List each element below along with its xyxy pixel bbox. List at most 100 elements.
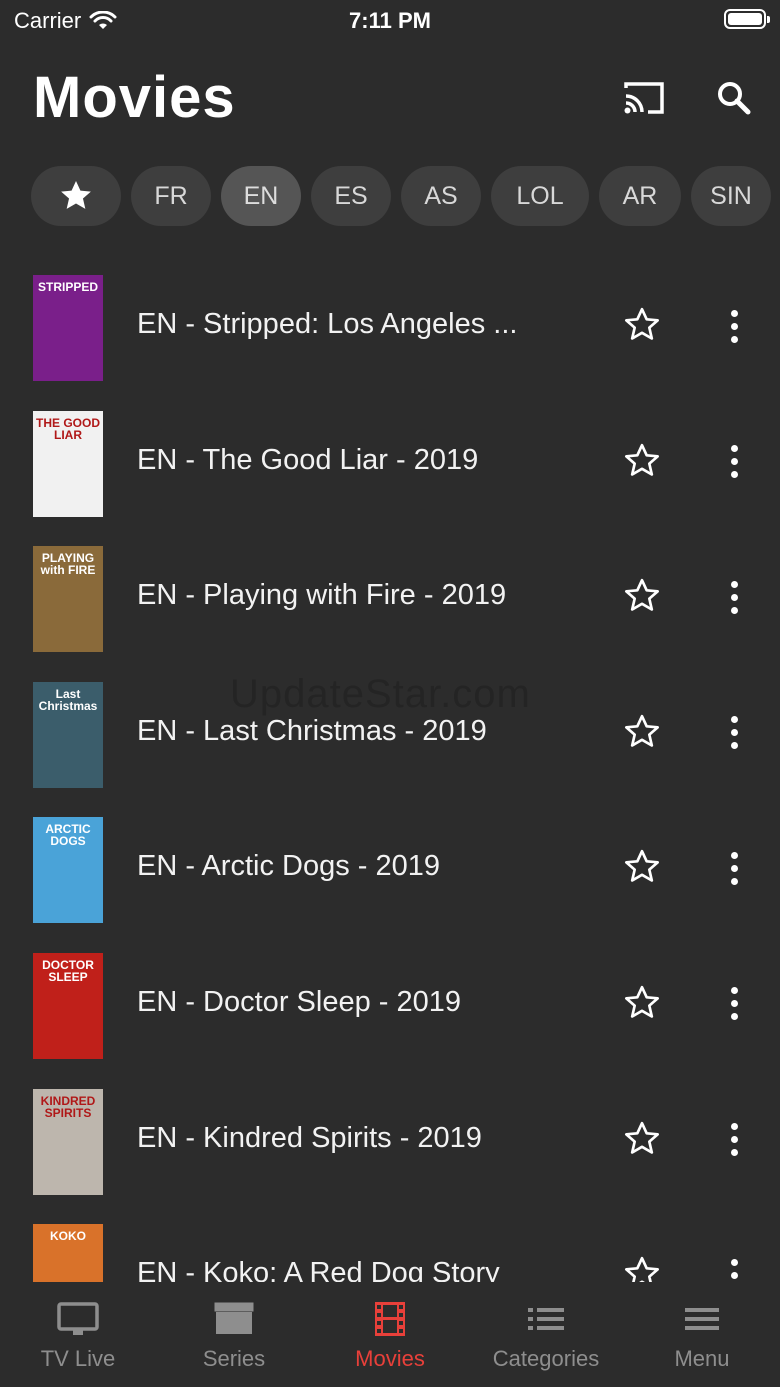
tab-label: Series <box>202 1346 266 1371</box>
chip-label: EN <box>243 181 279 210</box>
list-item[interactable]: PLAYING with FIRE EN - Playing with Fire … <box>0 529 780 665</box>
favorite-button[interactable] <box>622 983 666 1025</box>
movie-title: EN - Last Christmas - 2019 <box>137 714 487 747</box>
tab-movies[interactable]: Movies <box>312 1282 468 1387</box>
more-dots-icon <box>730 471 738 479</box>
star-outline-icon <box>622 714 662 756</box>
movie-title: EN - The Good Liar - 2019 <box>137 443 479 476</box>
more-options-button[interactable] <box>718 1119 750 1161</box>
movie-poster: PLAYING with FIRE <box>33 546 103 653</box>
page-title: Movies <box>33 65 236 130</box>
chip-label: ES <box>334 181 368 210</box>
favorite-button[interactable] <box>622 1254 666 1282</box>
language-filter-chips: FR EN ES AS LOL AR SIN <box>31 166 780 226</box>
search-icon <box>718 82 751 115</box>
poster-title: STRIPPED <box>37 280 98 294</box>
tab-bar: TV Live Series Movies Categories Menu <box>0 1282 780 1387</box>
star-outline-icon <box>622 579 662 620</box>
more-dots-icon <box>730 1013 738 1021</box>
movie-title: EN - Doctor Sleep - 2019 <box>137 985 461 1018</box>
star-icon <box>57 177 95 215</box>
poster-title: ARCTIC DOGS <box>45 822 91 849</box>
chip-fr[interactable]: FR <box>131 166 211 226</box>
favorite-button[interactable] <box>622 305 666 347</box>
more-options-button[interactable] <box>718 1254 750 1282</box>
chip-en[interactable]: EN <box>221 166 301 226</box>
more-dots-icon <box>730 1271 738 1279</box>
more-options-button[interactable] <box>718 712 750 754</box>
tab-categories[interactable]: Categories <box>468 1282 624 1387</box>
movie-title: EN - Kindred Spirits - 2019 <box>137 1121 482 1154</box>
movie-title: EN - Koko: A Red Dog Story <box>137 1257 500 1282</box>
more-dots-icon <box>730 606 738 614</box>
favorite-button[interactable] <box>622 441 666 483</box>
more-options-button[interactable] <box>718 983 750 1025</box>
movie-title: EN - Arctic Dogs - 2019 <box>137 850 440 883</box>
chip-label: AS <box>424 181 458 210</box>
list-item[interactable]: THE GOOD LIAR EN - The Good Liar - 2019 <box>0 394 780 530</box>
tab-label: TV Live <box>40 1346 116 1371</box>
poster-title: DOCTOR SLEEP <box>42 957 94 984</box>
more-dots-icon <box>730 1123 738 1131</box>
more-dots-icon <box>730 593 738 601</box>
more-dots-icon <box>730 309 738 317</box>
movie-poster: THE GOOD LIAR <box>33 410 103 517</box>
movie-poster: DOCTOR SLEEP <box>33 952 103 1059</box>
more-dots-icon <box>730 877 738 885</box>
more-dots-icon <box>730 851 738 859</box>
tab-series[interactable]: Series <box>156 1282 312 1387</box>
poster-title: Last Christmas <box>38 686 98 713</box>
list-item[interactable]: STRIPPED EN - Stripped: Los Angeles ... <box>0 258 780 394</box>
status-time: 7:11 PM <box>349 8 431 33</box>
cast-button[interactable] <box>620 78 668 118</box>
tab-tv-live[interactable]: TV Live <box>0 1282 156 1387</box>
more-dots-icon <box>730 1000 738 1008</box>
list-item[interactable]: DOCTOR SLEEP EN - Doctor Sleep - 2019 <box>0 936 780 1072</box>
chip-ar[interactable]: AR <box>599 166 681 226</box>
poster-title: KINDRED SPIRITS <box>40 1093 96 1120</box>
more-dots-icon <box>730 1149 738 1157</box>
favorite-button[interactable] <box>622 576 666 618</box>
star-outline-icon <box>622 985 662 1027</box>
more-options-button[interactable] <box>718 576 750 618</box>
more-options-button[interactable] <box>718 847 750 889</box>
chip-sin[interactable]: SIN <box>691 166 771 226</box>
more-dots-icon <box>730 458 738 466</box>
more-dots-icon <box>730 742 738 750</box>
poster-title: THE GOOD LIAR <box>35 415 100 442</box>
more-options-button[interactable] <box>718 441 750 483</box>
list-item[interactable]: KINDRED SPIRITS EN - Kindred Spirits - 20… <box>0 1072 780 1208</box>
battery-icon <box>724 9 770 29</box>
more-dots-icon <box>730 580 738 588</box>
hamburger-icon <box>682 1300 722 1338</box>
more-dots-icon <box>730 335 738 343</box>
clapperboard-icon <box>214 1300 254 1338</box>
chip-label: FR <box>154 181 188 210</box>
chip-label: SIN <box>710 181 752 210</box>
movie-poster: KINDRED SPIRITS <box>33 1088 103 1195</box>
list-item[interactable]: ARCTIC DOGS EN - Arctic Dogs - 2019 <box>0 800 780 936</box>
search-button[interactable] <box>710 78 758 118</box>
more-options-button[interactable] <box>718 305 750 347</box>
tab-menu[interactable]: Menu <box>624 1282 780 1387</box>
tv-icon <box>56 1300 100 1338</box>
star-outline-icon <box>622 1121 662 1163</box>
favorite-button[interactable] <box>622 847 666 889</box>
favorite-button[interactable] <box>622 712 666 754</box>
more-dots-icon <box>730 864 738 872</box>
list-icon <box>526 1300 566 1338</box>
chip-label: AR <box>622 181 658 210</box>
tab-label: Movies <box>355 1346 425 1371</box>
chip-lol[interactable]: LOL <box>491 166 589 226</box>
movie-list: STRIPPED EN - Stripped: Los Angeles ... TH… <box>0 258 780 1282</box>
movie-poster: ARCTIC DOGS <box>33 817 103 924</box>
more-dots-icon <box>730 987 738 995</box>
list-item[interactable]: KOKO EN - Koko: A Red Dog Story <box>0 1207 780 1282</box>
chip-es[interactable]: ES <box>311 166 391 226</box>
more-dots-icon <box>730 445 738 453</box>
chip-favorites[interactable] <box>31 166 121 226</box>
film-icon <box>373 1300 407 1338</box>
star-outline-icon <box>622 850 662 891</box>
chip-as[interactable]: AS <box>401 166 481 226</box>
favorite-button[interactable] <box>622 1119 666 1161</box>
